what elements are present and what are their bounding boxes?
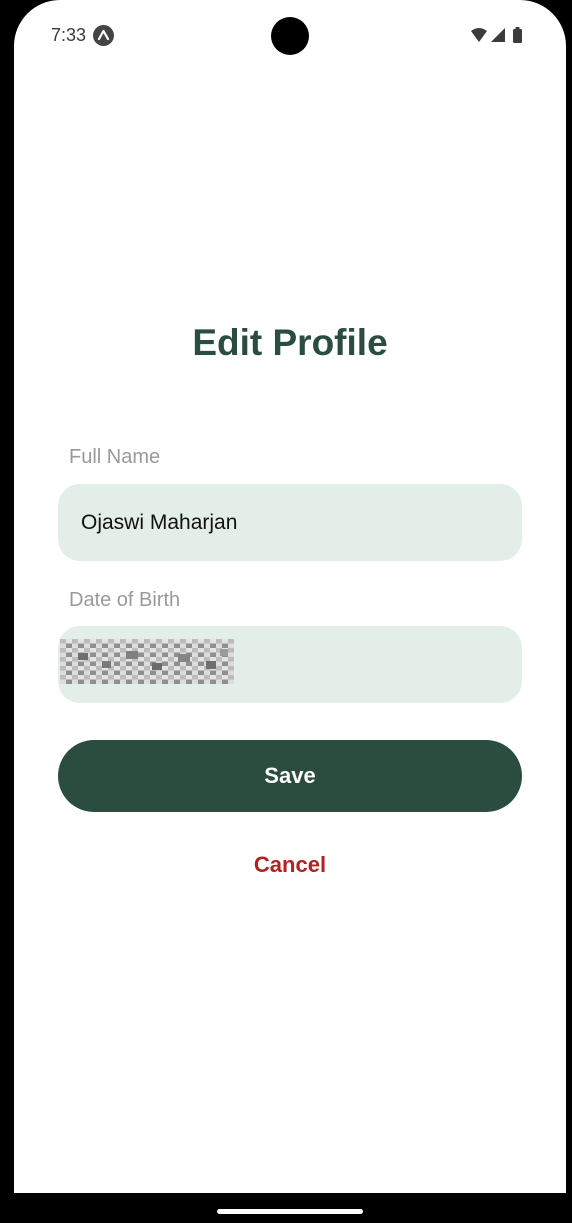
battery-icon xyxy=(513,27,522,43)
date-of-birth-label: Date of Birth xyxy=(69,589,181,611)
status-bar: 7:33 xyxy=(14,0,566,75)
app-screen: 7:33 Edit Profile Full Name Ojaswi Mahar… xyxy=(14,0,566,1193)
home-gesture-handle[interactable] xyxy=(217,1209,363,1214)
cancel-button[interactable]: Cancel xyxy=(14,852,566,878)
full-name-label: Full Name xyxy=(69,446,161,468)
device-frame: 7:33 Edit Profile Full Name Ojaswi Mahar… xyxy=(0,0,572,1223)
camera-cutout xyxy=(271,17,309,55)
signal-icon xyxy=(491,28,505,42)
status-icons xyxy=(469,26,529,46)
redacted-date-of-birth xyxy=(60,639,234,684)
page-title: Edit Profile xyxy=(192,322,388,363)
status-time: 7:33 xyxy=(51,25,87,45)
full-name-field[interactable]: Ojaswi Maharjan xyxy=(58,484,522,561)
save-button[interactable]: Save xyxy=(58,740,522,812)
wifi-icon xyxy=(471,28,487,42)
full-name-value: Ojaswi Maharjan xyxy=(81,510,238,534)
android-head-icon xyxy=(93,25,114,46)
navigation-gesture-bar xyxy=(0,1193,572,1223)
